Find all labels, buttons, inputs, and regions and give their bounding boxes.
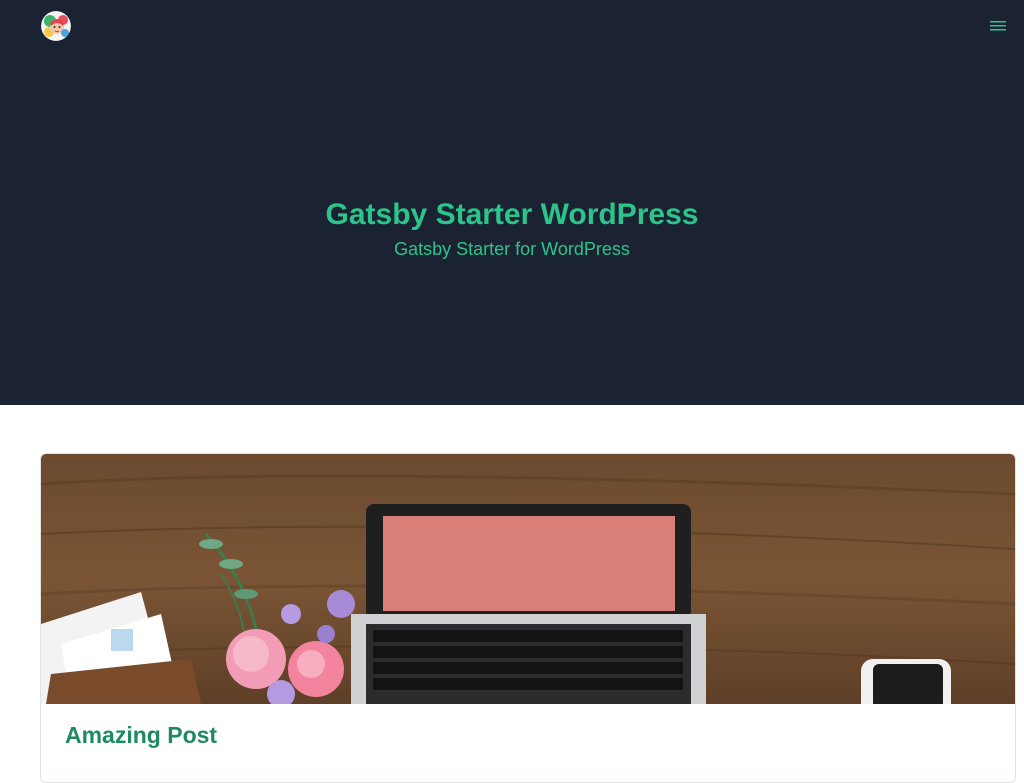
hamburger-menu-icon[interactable] <box>984 14 1012 38</box>
avatar-logo-icon[interactable] <box>41 11 71 41</box>
navbar <box>0 0 1024 52</box>
site-title: Gatsby Starter WordPress <box>325 198 699 231</box>
post-card: Amazing Post <box>40 453 1016 783</box>
hero-banner: Gatsby Starter WordPress Gatsby Starter … <box>0 52 1024 405</box>
post-featured-image[interactable] <box>41 454 1015 704</box>
site-tagline: Gatsby Starter for WordPress <box>394 239 630 259</box>
post-title[interactable]: Amazing Post <box>65 721 217 749</box>
